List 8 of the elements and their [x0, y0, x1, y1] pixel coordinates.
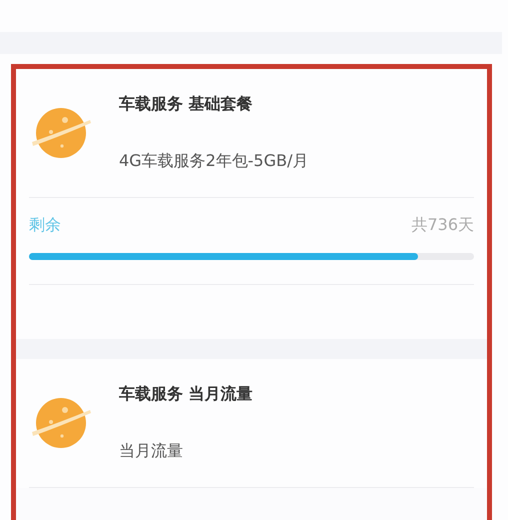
- planet-icon: [29, 106, 93, 160]
- plan-description: 当月流量: [119, 441, 184, 462]
- planet-icon: [29, 396, 93, 450]
- plan-description: 4G车载服务2年包-5GB/月: [119, 151, 308, 172]
- plan-title: 车载服务 基础套餐: [119, 94, 254, 115]
- total-label: 共736天: [411, 215, 474, 236]
- plan-title: 车载服务 当月流量: [119, 384, 253, 405]
- remaining-label: 剩余: [29, 215, 61, 236]
